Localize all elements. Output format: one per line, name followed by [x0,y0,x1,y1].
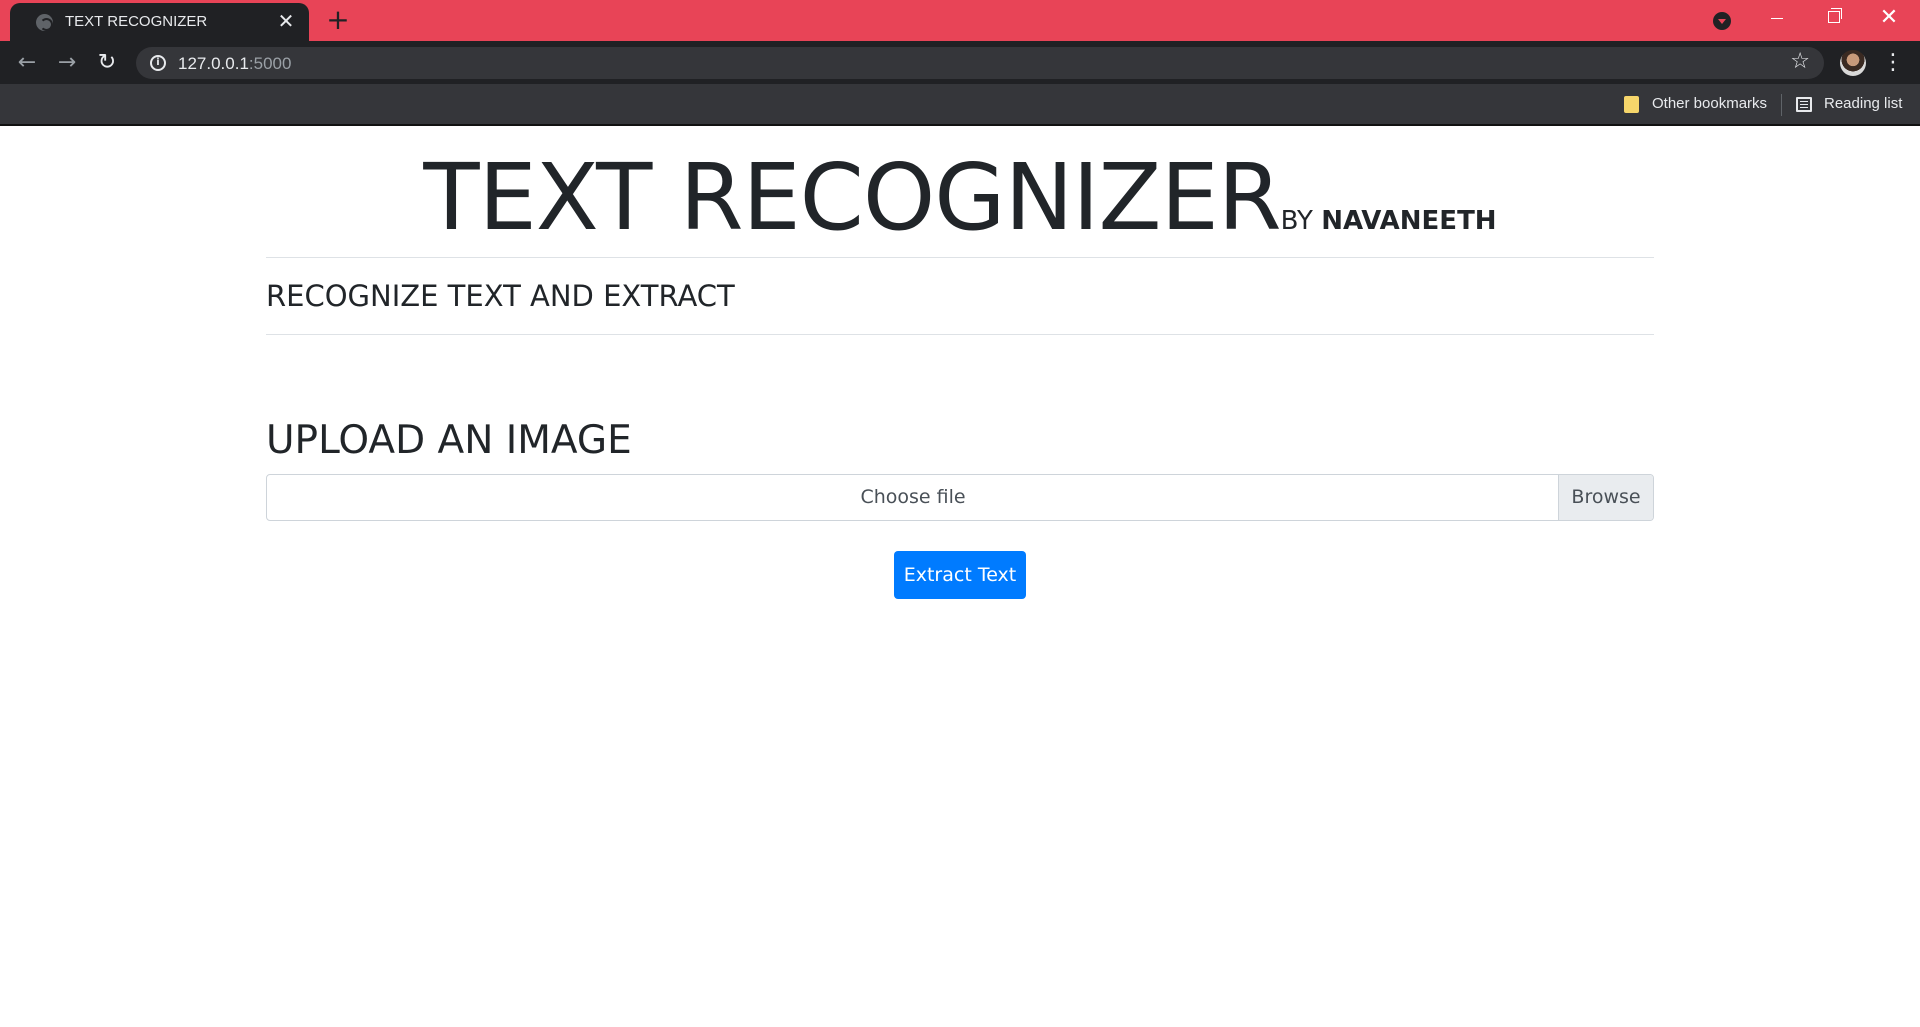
browser-menu-icon[interactable]: ⋮ [1882,48,1904,78]
extract-text-button[interactable]: Extract Text [894,551,1026,599]
folder-icon [1624,96,1639,113]
file-input-placeholder[interactable]: Choose file [267,475,1559,520]
globe-icon [36,14,53,31]
file-input[interactable]: Choose file Browse [266,474,1654,521]
back-arrow-icon[interactable]: ← [12,48,42,78]
close-tab-icon[interactable]: ✕ [275,10,297,32]
browser-titlebar: TEXT RECOGNIZER ✕ + ✕ [0,0,1920,41]
reload-icon[interactable]: ↻ [92,48,122,78]
profile-avatar[interactable] [1840,50,1866,76]
bookmark-star-icon[interactable]: ☆ [1790,49,1810,74]
url-host: 127.0.0.1 [178,54,249,73]
tab-title: TEXT RECOGNIZER [65,13,208,30]
bookmarks-divider [1781,94,1782,116]
page-subtitle: RECOGNIZE TEXT AND EXTRACT [266,279,735,313]
new-tab-button[interactable]: + [324,6,352,34]
divider [266,334,1654,335]
upload-heading: UPLOAD AN IMAGE [266,418,632,463]
author-line: BY NAVANEETH [1281,206,1497,236]
browser-toolbar: ← → ↻ i 127.0.0.1:5000 ☆ ⋮ [0,41,1920,84]
reading-list-link[interactable]: Reading list [1824,95,1902,112]
page-header: TEXT RECOGNIZERBY NAVANEETH [0,144,1920,251]
url-text: 127.0.0.1:5000 [178,54,291,74]
page-title: TEXT RECOGNIZER [423,144,1281,251]
bookmarks-bar: Other bookmarks Reading list [0,84,1920,126]
forward-arrow-icon[interactable]: → [52,48,82,78]
other-bookmarks-link[interactable]: Other bookmarks [1652,95,1767,112]
browse-button[interactable]: Browse [1558,475,1653,520]
address-bar[interactable]: i 127.0.0.1:5000 ☆ [136,47,1824,79]
divider [266,257,1654,258]
minimize-button[interactable] [1749,0,1805,36]
author-prefix: BY [1280,206,1322,236]
url-port: :5000 [248,54,292,73]
tab-search-icon[interactable] [1713,12,1731,30]
author-name: NAVANEETH [1321,206,1497,236]
site-info-icon[interactable]: i [150,55,166,71]
page-content: TEXT RECOGNIZERBY NAVANEETH RECOGNIZE TE… [0,128,1920,1027]
reading-list-icon [1796,97,1812,112]
browser-tab[interactable]: TEXT RECOGNIZER ✕ [10,3,309,41]
close-window-button[interactable]: ✕ [1861,0,1917,36]
restore-button[interactable] [1805,0,1861,36]
